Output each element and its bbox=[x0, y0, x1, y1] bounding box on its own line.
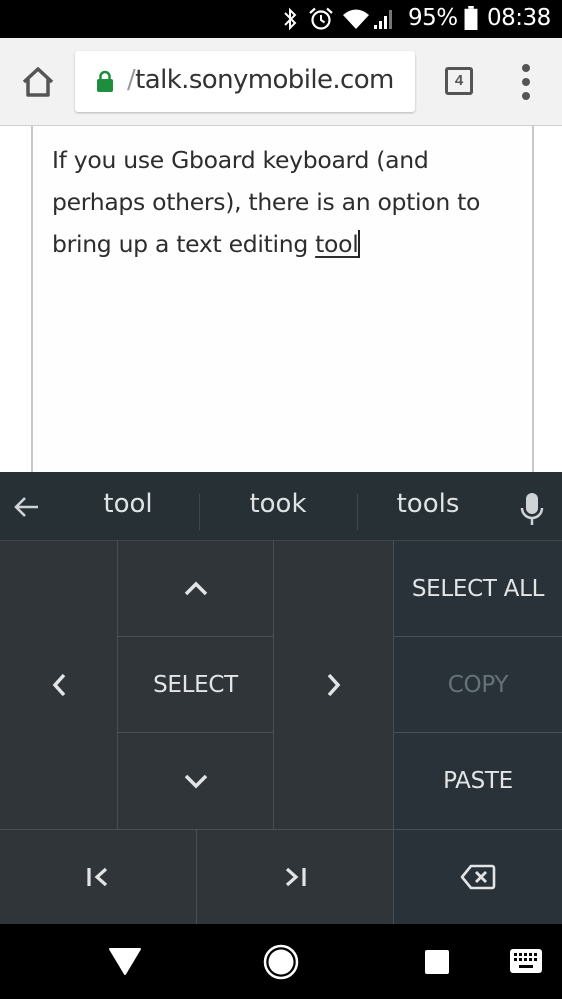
copy-key[interactable]: COPY bbox=[394, 637, 562, 733]
tab-count: 4 bbox=[454, 72, 464, 89]
paste-key[interactable]: PASTE bbox=[394, 733, 562, 829]
select-key[interactable]: SELECT bbox=[118, 637, 274, 733]
back-arrow-icon[interactable] bbox=[12, 492, 42, 522]
wifi-icon bbox=[343, 9, 369, 29]
menu-dot-icon bbox=[522, 92, 530, 100]
address-bar[interactable]: /talk.sonymobile.com bbox=[75, 51, 415, 112]
suggestion-2[interactable]: took bbox=[208, 489, 348, 519]
url-host: talk.sonymobile.com bbox=[135, 65, 394, 95]
suggestion-divider bbox=[199, 494, 200, 530]
home-nav-button[interactable] bbox=[262, 943, 300, 981]
jump-to-end-icon bbox=[285, 867, 306, 887]
battery-percent: 95% bbox=[408, 5, 458, 31]
system-nav-bar bbox=[0, 924, 562, 999]
select-all-label: SELECT ALL bbox=[411, 575, 545, 602]
select-all-key[interactable]: SELECT ALL bbox=[394, 541, 562, 637]
line-end-key[interactable] bbox=[197, 829, 394, 924]
reply-editor[interactable]: If you use Gboard keyboard (and perhaps … bbox=[31, 126, 534, 472]
composing-word: tool bbox=[315, 230, 359, 258]
page-content: If you use Gboard keyboard (and perhaps … bbox=[0, 126, 562, 472]
line-start-key[interactable] bbox=[0, 829, 197, 924]
recents-button[interactable] bbox=[424, 949, 450, 975]
editor-text[interactable]: If you use Gboard keyboard (and perhaps … bbox=[52, 139, 522, 265]
overflow-menu-button[interactable] bbox=[514, 64, 538, 100]
status-bar: 95% 08:38 bbox=[0, 0, 562, 38]
suggestion-1[interactable]: tool bbox=[58, 489, 198, 519]
select-label: SELECT bbox=[153, 671, 238, 698]
clock: 08:38 bbox=[487, 5, 551, 31]
cursor-left-key[interactable] bbox=[0, 541, 118, 829]
back-button[interactable] bbox=[108, 946, 142, 976]
chevron-left-icon bbox=[52, 673, 65, 697]
cursor-up-key[interactable] bbox=[118, 541, 274, 637]
url-text: /talk.sonymobile.com bbox=[127, 65, 394, 95]
cursor-right-key[interactable] bbox=[274, 541, 394, 829]
copy-label: COPY bbox=[447, 671, 509, 698]
text-caret bbox=[358, 230, 361, 258]
microphone-icon[interactable] bbox=[519, 492, 545, 526]
url-prefix: / bbox=[127, 65, 136, 95]
suggestion-3[interactable]: tools bbox=[358, 489, 498, 519]
tab-switcher-button[interactable]: 4 bbox=[445, 67, 473, 95]
editor-body-text: If you use Gboard keyboard (and perhaps … bbox=[52, 146, 481, 258]
cursor-down-key[interactable] bbox=[118, 733, 274, 829]
chevron-right-icon bbox=[327, 673, 340, 697]
delete-key[interactable] bbox=[394, 829, 562, 924]
battery-icon bbox=[464, 6, 478, 30]
jump-to-start-icon bbox=[87, 867, 108, 887]
browser-toolbar: /talk.sonymobile.com 4 bbox=[0, 38, 562, 126]
menu-dot-icon bbox=[522, 78, 530, 86]
home-button[interactable] bbox=[18, 62, 58, 102]
backspace-icon bbox=[460, 864, 496, 890]
paste-label: PASTE bbox=[443, 768, 513, 794]
chevron-up-icon bbox=[184, 581, 207, 595]
lock-icon bbox=[97, 70, 113, 92]
suggestion-strip: tool took tools bbox=[0, 472, 562, 541]
chevron-down-icon bbox=[184, 774, 207, 789]
menu-dot-icon bbox=[522, 64, 530, 72]
gboard-keyboard: tool took tools SELECT SELECT ALL COPY P… bbox=[0, 472, 562, 924]
bluetooth-icon bbox=[284, 7, 297, 31]
alarm-icon bbox=[309, 7, 333, 30]
keyboard-switch-button[interactable] bbox=[509, 948, 543, 974]
cell-signal-icon bbox=[374, 10, 392, 29]
